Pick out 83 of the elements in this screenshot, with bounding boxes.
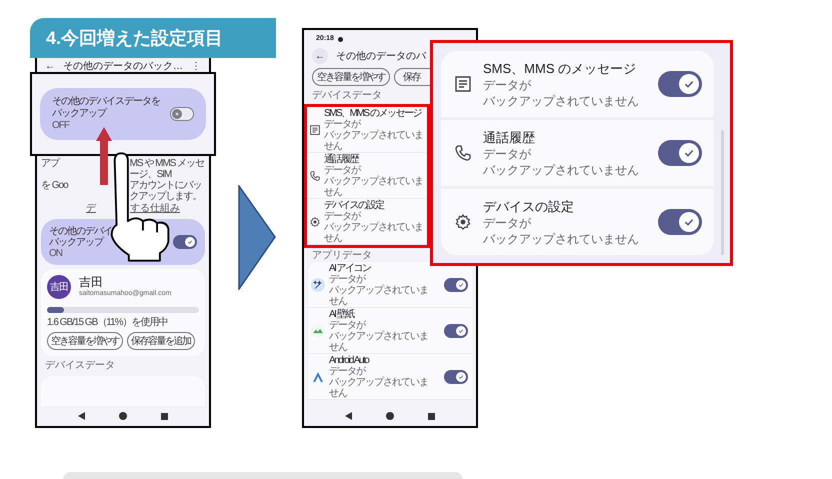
description-text: MS や MMS メッセージ、SIM xyxy=(130,158,205,180)
description-text: を Goo xyxy=(41,180,68,191)
item-subtitle: データが バックアップされていません xyxy=(324,210,423,244)
back-button[interactable]: ← xyxy=(312,48,328,64)
up-arrow xyxy=(96,127,112,185)
section-label: アプリデータ xyxy=(311,250,373,262)
section-label: デバイスデータ xyxy=(44,360,116,372)
list-item[interactable]: デバイスの設定 データが バックアップされていません xyxy=(307,199,427,245)
item-subtitle: データが バックアップされていません xyxy=(324,118,423,152)
toggle-switch[interactable] xyxy=(658,140,702,166)
item-title: SMS、MMS のメッセージ xyxy=(483,60,638,76)
toggle-switch[interactable] xyxy=(658,209,702,235)
toggle-switch[interactable] xyxy=(173,235,197,249)
home-icon[interactable] xyxy=(386,412,394,420)
avatar: 吉田 xyxy=(47,275,71,299)
home-icon[interactable] xyxy=(119,412,128,420)
item-title: Android Auto xyxy=(329,354,370,366)
list-item[interactable]: 通話履歴 データが バックアップされていません xyxy=(441,120,714,186)
section-heading: 4.今回増えた設定項目 xyxy=(30,18,276,58)
storage-reading: 1.6 GB/15 GB（11%）を使用中 xyxy=(47,317,169,328)
back-button[interactable]: ← xyxy=(45,58,55,74)
link[interactable]: デ xyxy=(86,203,96,215)
item-title: 通話履歴 xyxy=(483,128,536,146)
wallpaper-icon xyxy=(311,324,325,338)
message-icon xyxy=(455,76,471,92)
recents-icon[interactable] xyxy=(161,412,168,420)
item-title: デバイスの設定 xyxy=(324,200,385,210)
storage-button[interactable]: 保存容量を追加 xyxy=(127,332,194,350)
phone-icon xyxy=(455,145,471,161)
status-icon xyxy=(338,36,343,42)
item-title: AI アイコン xyxy=(329,262,372,274)
item-title: AI 壁紙 xyxy=(329,308,356,320)
setting-title: その他のデバイ バックアップ xyxy=(49,226,112,248)
item-title: 通話履歴 xyxy=(324,154,360,164)
list-item[interactable]: デバイスの設定 データが バックアップされていません xyxy=(441,189,714,255)
setting-status: ON xyxy=(49,248,64,258)
list-item[interactable]: 通話履歴 データが バックアップされていません xyxy=(307,153,427,199)
setting-title: その他のデバイスデータを バックアップ xyxy=(52,96,160,120)
item-title: SMS、MMS のメッセージ xyxy=(324,108,422,118)
check-icon xyxy=(458,374,464,380)
list-item[interactable]: AI 壁紙 データが バックアップされていません xyxy=(308,308,472,354)
section-label: デバイスデータ xyxy=(311,90,383,102)
toggle-switch[interactable] xyxy=(658,71,702,97)
item-subtitle: データが バックアップされていません xyxy=(329,274,429,306)
account-name: 吉田 xyxy=(79,276,104,289)
recents-icon[interactable] xyxy=(428,412,436,420)
item-subtitle: データが バックアップされていません xyxy=(324,164,423,198)
more-menu-button[interactable]: ⋮ xyxy=(191,58,201,74)
toggle-switch[interactable] xyxy=(444,370,468,384)
page-title: その他のデータのバック… xyxy=(63,60,183,74)
phone-icon xyxy=(310,170,320,180)
list-item[interactable]: Android Auto データが バックアップされていません xyxy=(308,354,472,400)
list-item[interactable]: SMS、MMS のメッセージ データが バックアップされていません xyxy=(441,51,714,117)
item-subtitle: データが バックアップされていません xyxy=(483,214,640,246)
description-text: アカウントにバックアップします。 xyxy=(130,180,203,202)
check-icon xyxy=(187,239,193,245)
description-text: アプ xyxy=(41,158,59,169)
toggle-switch[interactable] xyxy=(170,107,194,121)
setting-card[interactable]: その他のデバイスデータを バックアップ OFF xyxy=(40,88,206,140)
settings-icon xyxy=(455,214,471,230)
chevron-icon xyxy=(311,370,325,384)
storage-button[interactable]: 空き容量を増やす xyxy=(47,332,123,350)
setting-status: OFF xyxy=(52,120,70,132)
link[interactable]: する仕組み xyxy=(130,203,180,215)
check-icon xyxy=(458,328,464,334)
toggle-switch[interactable] xyxy=(444,278,468,292)
list-item[interactable]: SMS、MMS のメッセージ データが バックアップされていません xyxy=(307,107,427,153)
list-item[interactable]: AI アイコン データが バックアップされていません xyxy=(308,262,472,308)
magic-wand-icon xyxy=(311,278,325,292)
storage-button[interactable]: 空き容量を増やす xyxy=(312,68,390,86)
item-subtitle: データが バックアップされていません xyxy=(329,320,429,352)
item-subtitle: データが バックアップされていません xyxy=(483,76,640,108)
close-icon xyxy=(174,111,180,117)
item-subtitle: データが バックアップされていません xyxy=(329,366,429,398)
page-title: その他のデータのバ xyxy=(336,50,426,64)
back-icon[interactable] xyxy=(78,412,86,420)
item-title: デバイスの設定 xyxy=(483,198,575,214)
toggle-switch[interactable] xyxy=(444,324,468,338)
back-icon[interactable] xyxy=(344,412,353,420)
message-icon xyxy=(310,124,320,134)
settings-icon xyxy=(310,216,320,226)
check-icon xyxy=(458,282,464,288)
item-subtitle: データが バックアップされていません xyxy=(483,146,640,178)
